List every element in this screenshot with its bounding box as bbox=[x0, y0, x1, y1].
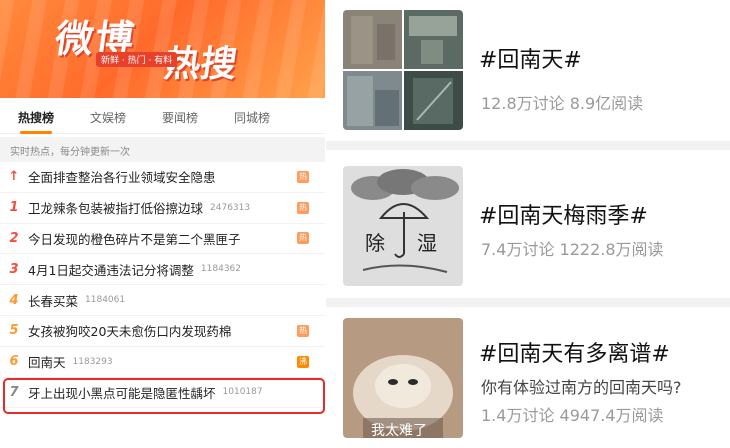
topic-title: #回南天有多离谱# bbox=[479, 342, 670, 367]
tab-hot-search[interactable]: 热搜榜 bbox=[0, 100, 72, 134]
pinned-arrow-icon: ↑ bbox=[8, 169, 20, 185]
ranking-tabs: 热搜榜 文娱榜 要闻榜 同城榜 bbox=[0, 100, 325, 134]
topic-card[interactable]: #回南天# 12.8万讨论 8.9亿阅读 bbox=[343, 10, 730, 135]
rank-number: 1 bbox=[9, 200, 19, 216]
cat-meme-image: 我太难了 bbox=[343, 318, 463, 438]
topic-meta: 12.8万讨论 8.9亿阅读 bbox=[481, 94, 644, 113]
list-item-title: 长春买菜 bbox=[28, 293, 79, 309]
realtime-subheader: 实时热点，每分钟更新一次 bbox=[0, 137, 325, 162]
list-item-title: 卫龙辣条包装被指打低俗擦边球 bbox=[28, 201, 204, 217]
tab-news[interactable]: 要闻榜 bbox=[144, 100, 216, 133]
list-item[interactable]: 6 回南天 1183293 沸 bbox=[0, 347, 325, 378]
banner-tagline: 新鲜 · 热门 · 有料 bbox=[96, 52, 178, 67]
topic-card[interactable]: 我太难了 #回南天有多离谱# 你有体验过南方的回南天吗? 1.4万讨论 4947… bbox=[343, 318, 730, 443]
list-item-count: 1184061 bbox=[85, 295, 126, 306]
rank-number: 6 bbox=[9, 354, 19, 370]
hot-badge: 热 bbox=[297, 232, 309, 245]
topic-meta: 1.4万讨论 4947.4万阅读 bbox=[481, 406, 664, 425]
list-item-title: 全面排查整治各行业领域安全隐患 bbox=[28, 170, 216, 186]
list-item[interactable]: 2 今日发现的橙色碎片不是第二个黑匣子 热 bbox=[0, 224, 325, 255]
umbrella-dehumidify-image: 除 湿 bbox=[343, 166, 463, 286]
tab-local[interactable]: 同城榜 bbox=[216, 100, 288, 133]
rank-number: 4 bbox=[9, 292, 19, 308]
card-divider bbox=[326, 298, 730, 307]
image-text: 除 bbox=[365, 231, 385, 255]
list-item-title: 4月1日起交通违法记分将调整 bbox=[28, 262, 194, 278]
topic-thumbnail-grid bbox=[343, 10, 463, 130]
card-divider bbox=[326, 141, 730, 150]
weibo-hot-search-panel: 微博 热搜 新鲜 · 热门 · 有料 热搜榜 文娱榜 要闻榜 同城榜 实时热点，… bbox=[0, 0, 325, 448]
list-item-count: 2476313 bbox=[210, 202, 251, 213]
list-item[interactable]: 1 卫龙辣条包装被指打低俗擦边球 2476313 热 bbox=[0, 193, 325, 224]
tab-entertainment[interactable]: 文娱榜 bbox=[72, 100, 144, 133]
hot-badge: 热 bbox=[297, 201, 309, 214]
topic-thumbnail: 我太难了 bbox=[343, 318, 463, 438]
topic-title: #回南天梅雨季# bbox=[479, 204, 648, 229]
image-caption: 我太难了 bbox=[371, 423, 427, 438]
topic-thumbnail: 除 湿 bbox=[343, 166, 463, 286]
list-item-title: 回南天 bbox=[28, 355, 66, 371]
list-item[interactable]: 3 4月1日起交通违法记分将调整 1184362 bbox=[0, 254, 325, 286]
list-item-title: 今日发现的橙色碎片不是第二个黑匣子 bbox=[28, 231, 241, 247]
topic-card[interactable]: 除 湿 #回南天梅雨季# 7.4万讨论 1222.8万阅读 bbox=[343, 166, 730, 291]
list-item[interactable]: ↑ 全面排查整治各行业领域安全隐患 热 bbox=[0, 162, 325, 193]
image-text: 湿 bbox=[417, 231, 437, 255]
rank-number: 2 bbox=[9, 230, 19, 246]
hot-badge: 热 bbox=[297, 170, 309, 183]
weibo-hot-search-banner: 微博 热搜 新鲜 · 热门 · 有料 bbox=[0, 0, 325, 98]
highlight-box bbox=[3, 378, 325, 414]
topic-meta: 7.4万讨论 1222.8万阅读 bbox=[481, 240, 664, 259]
rank-number: 3 bbox=[9, 261, 19, 277]
rank-number: 5 bbox=[9, 323, 19, 339]
damp-wall-photos bbox=[343, 10, 463, 130]
topic-title: #回南天# bbox=[479, 48, 582, 73]
hot-search-list: ↑ 全面排查整治各行业领域安全隐患 热 1 卫龙辣条包装被指打低俗擦边球 247… bbox=[0, 162, 325, 409]
hot-badge: 热 bbox=[297, 324, 309, 337]
list-item-count: 1184362 bbox=[200, 264, 242, 275]
topic-subtitle: 你有体验过南方的回南天吗? bbox=[481, 378, 682, 397]
list-item[interactable]: 4 长春买菜 1184061 bbox=[0, 285, 325, 316]
list-item-count: 1183293 bbox=[72, 356, 113, 367]
boiling-badge: 沸 bbox=[297, 355, 309, 368]
list-item[interactable]: 5 女孩被狗咬20天未愈伤口内发现药棉 热 bbox=[0, 316, 325, 347]
list-item-title: 女孩被狗咬20天未愈伤口内发现药棉 bbox=[28, 324, 232, 340]
